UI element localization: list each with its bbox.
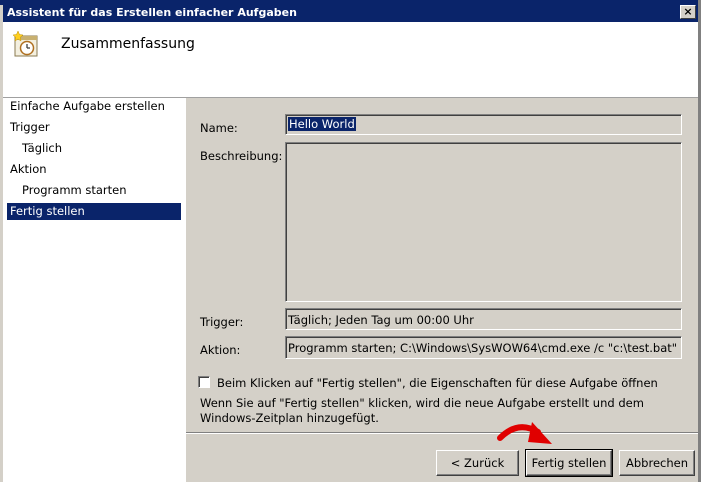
- title-bar[interactable]: Assistent für das Erstellen einfacher Au…: [3, 4, 698, 22]
- action-field: Programm starten; C:\Windows\SysWOW64\cm…: [285, 336, 682, 359]
- description-field[interactable]: [285, 142, 682, 302]
- step-action[interactable]: Aktion: [7, 161, 181, 178]
- action-value: Programm starten; C:\Windows\SysWOW64\cm…: [288, 341, 678, 355]
- info-text-line2: Windows-Zeitplan hinzugefügt.: [200, 411, 379, 425]
- step-create-task[interactable]: Einfache Aufgabe erstellen: [7, 98, 181, 115]
- trigger-field: Täglich; Jeden Tag um 00:00 Uhr: [285, 308, 682, 330]
- wizard-header: Zusammenfassung: [3, 22, 698, 98]
- open-properties-label[interactable]: Beim Klicken auf "Fertig stellen", die E…: [217, 376, 658, 390]
- window-title: Assistent für das Erstellen einfacher Au…: [7, 6, 297, 19]
- back-button[interactable]: < Zurück: [436, 450, 519, 476]
- step-start-program[interactable]: Programm starten: [7, 182, 181, 199]
- button-separator: [186, 432, 698, 434]
- info-text-line1: Wenn Sie auf "Fertig stellen" klicken, w…: [200, 396, 644, 410]
- finish-button[interactable]: Fertig stellen: [525, 449, 613, 477]
- open-properties-checkbox[interactable]: [198, 376, 210, 388]
- name-label: Name:: [200, 121, 238, 135]
- name-value: Hello World: [288, 117, 356, 131]
- task-clock-icon: [12, 30, 38, 57]
- description-label: Beschreibung:: [200, 149, 283, 163]
- step-finish[interactable]: Fertig stellen: [7, 203, 181, 220]
- close-button[interactable]: ×: [680, 5, 696, 19]
- cancel-button[interactable]: Abbrechen: [619, 450, 695, 476]
- action-label: Aktion:: [200, 343, 241, 357]
- wizard-window: Assistent für das Erstellen einfacher Au…: [0, 0, 701, 482]
- step-trigger[interactable]: Trigger: [7, 119, 181, 136]
- name-field[interactable]: Hello World: [285, 114, 682, 135]
- steps-pane: Einfache Aufgabe erstellen Trigger Tägli…: [3, 98, 186, 482]
- step-daily[interactable]: Täglich: [7, 140, 181, 157]
- close-icon: ×: [683, 5, 693, 18]
- curved-arrow-icon: [497, 422, 552, 444]
- trigger-value: Täglich; Jeden Tag um 00:00 Uhr: [288, 313, 474, 327]
- trigger-label: Trigger:: [200, 315, 244, 329]
- page-title: Zusammenfassung: [61, 36, 195, 52]
